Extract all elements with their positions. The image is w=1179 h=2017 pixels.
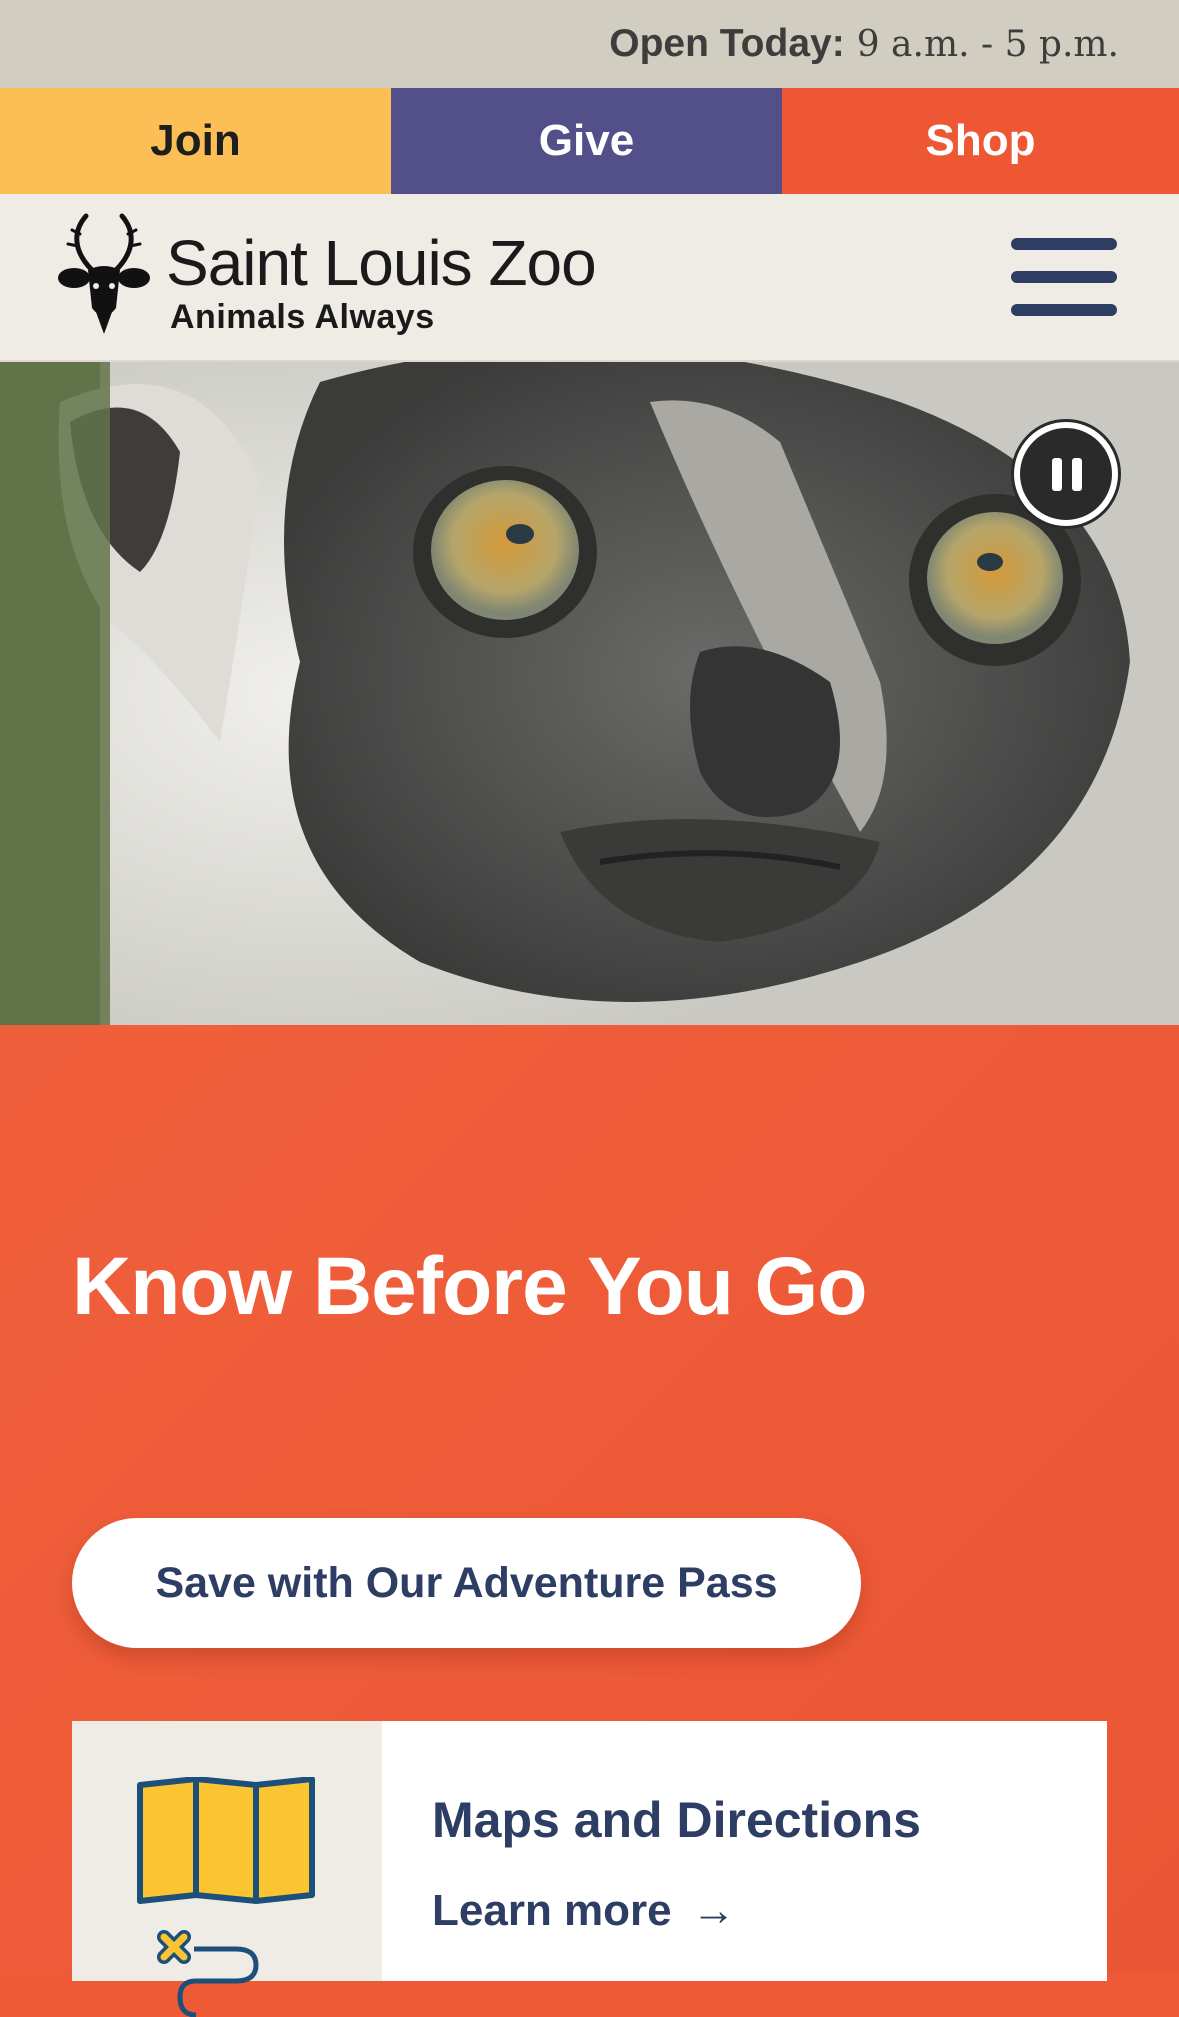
site-header: Saint Louis Zoo Animals Always bbox=[0, 194, 1179, 362]
shop-button[interactable]: Shop bbox=[782, 88, 1179, 194]
card-title: Maps and Directions bbox=[432, 1792, 921, 1848]
logo-tagline: Animals Always bbox=[170, 298, 435, 336]
card-body: Maps and Directions Learn more → bbox=[382, 1721, 1107, 1981]
know-before-you-go-section: Know Before You Go Save with Our Adventu… bbox=[0, 1025, 1179, 2017]
join-button[interactable]: Join bbox=[0, 88, 391, 194]
hours-label: Open Today: bbox=[609, 22, 845, 65]
hero-video bbox=[0, 362, 1179, 1025]
arrow-right-icon: → bbox=[691, 1886, 736, 1935]
lemur-image bbox=[0, 362, 1179, 1025]
pause-icon[interactable] bbox=[1014, 422, 1118, 526]
adventure-pass-button[interactable]: Save with Our Adventure Pass bbox=[72, 1518, 861, 1648]
learn-more-link[interactable]: Learn more → bbox=[432, 1886, 736, 1936]
logo-name: Saint Louis Zoo bbox=[166, 227, 597, 299]
map-icon bbox=[137, 1777, 315, 2017]
section-title: Know Before You Go bbox=[72, 1241, 867, 1332]
maps-directions-card[interactable]: Maps and Directions Learn more → bbox=[72, 1721, 1107, 2017]
hamburger-menu-icon[interactable] bbox=[1008, 234, 1120, 320]
card-icon-container bbox=[72, 1721, 382, 2017]
give-button[interactable]: Give bbox=[391, 88, 782, 194]
learn-more-label: Learn more bbox=[432, 1886, 672, 1935]
antelope-logo-icon bbox=[58, 213, 150, 334]
hours-value: 9 a.m. - 5 p.m. bbox=[856, 23, 1119, 65]
zoo-logo[interactable]: Saint Louis Zoo Animals Always bbox=[58, 212, 618, 342]
hours-bar: Open Today: 9 a.m. - 5 p.m. bbox=[0, 0, 1179, 88]
action-bar: Join Give Shop bbox=[0, 88, 1179, 194]
